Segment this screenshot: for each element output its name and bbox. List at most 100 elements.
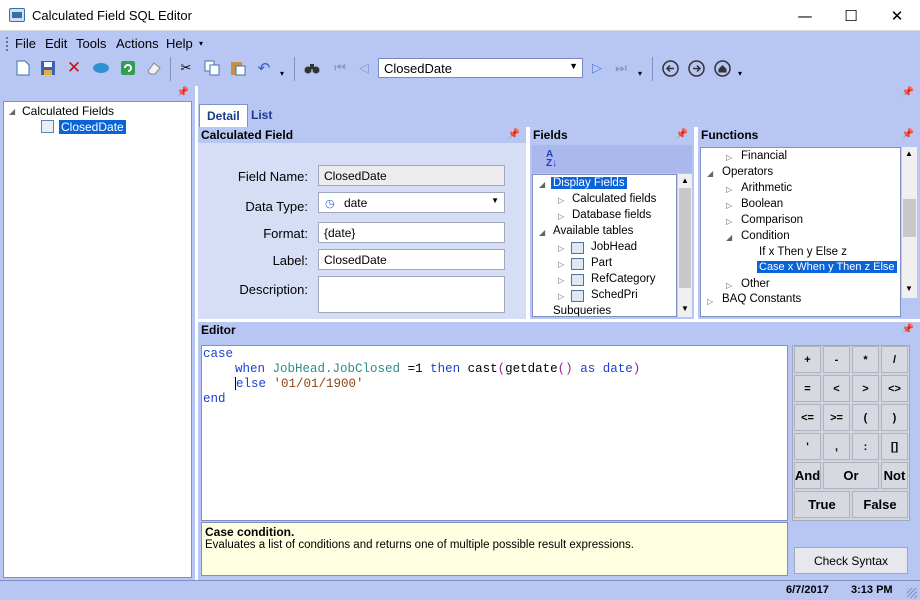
op-plus-button[interactable]: +	[794, 346, 821, 373]
op-and-button[interactable]: And	[794, 462, 821, 489]
check-syntax-button[interactable]: Check Syntax	[794, 547, 908, 574]
op-colon-button[interactable]: :	[852, 433, 879, 460]
home-icon[interactable]	[712, 58, 732, 78]
menu-actions[interactable]: Actions	[116, 36, 159, 51]
op-closeparen-button[interactable]: )	[881, 404, 908, 431]
resize-grip[interactable]	[907, 588, 917, 598]
op-notequal-button[interactable]: <>	[881, 375, 908, 402]
fields-item-database[interactable]: Database fields	[572, 209, 651, 221]
description-input[interactable]	[318, 276, 505, 313]
func-item-comparison[interactable]: Comparison	[741, 214, 803, 226]
pin-icon[interactable]: 📌	[676, 127, 688, 143]
first-record-icon[interactable]: ⏮	[330, 58, 350, 78]
op-true-button[interactable]: True	[794, 491, 850, 518]
func-item-case-when[interactable]: Case x When y Then z Else	[757, 261, 897, 273]
cut-icon[interactable]: ✂	[176, 58, 196, 78]
delete-icon[interactable]: ✕	[64, 58, 84, 78]
fields-item-display-fields[interactable]: Display Fields	[551, 177, 627, 189]
fields-item-jobhead[interactable]: JobHead	[591, 241, 637, 253]
pin-icon[interactable]: 📌	[902, 87, 914, 98]
search-binoculars-icon[interactable]	[302, 58, 322, 78]
op-openparen-button[interactable]: (	[852, 404, 879, 431]
scroll-down-icon[interactable]: ▼	[905, 284, 913, 293]
sort-az-icon[interactable]: A Z↓	[546, 150, 557, 169]
func-item-if-then-else[interactable]: If x Then y Else z	[759, 246, 847, 258]
pin-icon[interactable]: 📌	[177, 87, 189, 98]
maximize-button[interactable]: ☐	[828, 0, 874, 31]
op-lessequal-button[interactable]: <=	[794, 404, 821, 431]
fields-item-schedpri[interactable]: SchedPri	[591, 289, 638, 301]
scroll-down-icon[interactable]: ▼	[681, 304, 689, 313]
forward-icon[interactable]	[686, 58, 706, 78]
fields-item-calculated[interactable]: Calculated fields	[572, 193, 656, 205]
fields-item-subqueries[interactable]: Subqueries	[553, 305, 611, 316]
label-input[interactable]: ClosedDate	[318, 249, 505, 270]
comment-icon[interactable]	[91, 58, 111, 78]
op-false-button[interactable]: False	[852, 491, 908, 518]
op-greater-button[interactable]: >	[852, 375, 879, 402]
func-item-other[interactable]: Other	[741, 278, 770, 290]
scroll-up-icon[interactable]: ▲	[905, 149, 913, 158]
last-record-icon[interactable]: ⏭	[611, 58, 631, 78]
fields-scrollbar[interactable]: ▲ ▼	[677, 174, 692, 317]
op-brackets-button[interactable]: []	[881, 433, 908, 460]
next-record-icon[interactable]: ▷	[587, 58, 607, 78]
menu-help[interactable]: Help	[166, 36, 193, 51]
op-quote-button[interactable]: '	[794, 433, 821, 460]
new-icon[interactable]	[13, 58, 33, 78]
scroll-thumb[interactable]	[679, 188, 691, 288]
data-type-select[interactable]: ◷ date ▼	[318, 192, 505, 213]
paste-icon[interactable]	[228, 58, 248, 78]
calculated-fields-tree[interactable]: ◢ Calculated Fields ClosedDate	[3, 101, 192, 578]
tab-list[interactable]: List	[244, 104, 279, 127]
field-name-input[interactable]: ClosedDate	[318, 165, 505, 186]
fields-item-part[interactable]: Part	[591, 257, 612, 269]
func-item-baq-constants[interactable]: BAQ Constants	[722, 293, 801, 305]
func-item-boolean[interactable]: Boolean	[741, 198, 783, 210]
menu-edit[interactable]: Edit	[45, 36, 67, 51]
tab-detail[interactable]: Detail	[199, 104, 248, 127]
op-not-button[interactable]: Not	[881, 462, 908, 489]
pin-icon[interactable]: 📌	[902, 127, 914, 143]
op-equal-button[interactable]: =	[794, 375, 821, 402]
chevron-down-icon[interactable]: ▼	[569, 61, 578, 71]
pin-icon[interactable]: 📌	[508, 127, 520, 143]
format-input[interactable]: {date}	[318, 222, 505, 243]
op-greaterequal-button[interactable]: >=	[823, 404, 850, 431]
fields-item-available-tables[interactable]: Available tables	[553, 225, 633, 237]
menu-file[interactable]: File	[15, 36, 36, 51]
record-nav-combo[interactable]: ClosedDate ▼	[378, 58, 583, 78]
func-item-operators[interactable]: Operators	[722, 166, 773, 178]
scroll-up-icon[interactable]: ▲	[681, 176, 689, 185]
copy-icon[interactable]	[202, 58, 222, 78]
chevron-down-icon[interactable]: ▼	[491, 196, 499, 205]
home-overflow-icon[interactable]: ▾	[738, 69, 742, 78]
eraser-icon[interactable]	[144, 58, 164, 78]
func-item-condition[interactable]: Condition	[741, 230, 790, 242]
pin-icon[interactable]: 📌	[902, 322, 914, 338]
tree-item-closeddate[interactable]: ClosedDate	[59, 120, 126, 134]
op-divide-button[interactable]: /	[881, 346, 908, 373]
functions-scrollbar[interactable]: ▲ ▼	[901, 147, 917, 298]
fields-item-refcategory[interactable]: RefCategory	[591, 273, 656, 285]
nav-overflow-icon[interactable]: ▾	[638, 69, 642, 78]
menu-tools[interactable]: Tools	[76, 36, 106, 51]
scroll-thumb[interactable]	[903, 199, 916, 237]
back-icon[interactable]	[660, 58, 680, 78]
func-item-arithmetic[interactable]: Arithmetic	[741, 182, 792, 194]
fields-tree[interactable]: ◢ Display Fields ▷ Calculated fields ▷ D…	[532, 174, 677, 317]
op-multiply-button[interactable]: *	[852, 346, 879, 373]
refresh-icon[interactable]	[118, 58, 138, 78]
op-minus-button[interactable]: -	[823, 346, 850, 373]
op-or-button[interactable]: Or	[823, 462, 879, 489]
functions-tree[interactable]: ▷ Financial ◢ Operators ▷ Arithmetic ▷ B…	[700, 147, 901, 317]
undo-icon[interactable]: ↶	[254, 58, 274, 78]
save-icon[interactable]	[38, 58, 58, 78]
op-comma-button[interactable]: ,	[823, 433, 850, 460]
minimize-button[interactable]: —	[782, 0, 828, 31]
close-button[interactable]: ✕	[874, 0, 920, 31]
previous-record-icon[interactable]: ◁	[354, 58, 374, 78]
op-less-button[interactable]: <	[823, 375, 850, 402]
tree-root[interactable]: Calculated Fields	[22, 104, 114, 118]
sql-code-editor[interactable]: case when JobHead.JobClosed =1 then cast…	[201, 345, 788, 521]
